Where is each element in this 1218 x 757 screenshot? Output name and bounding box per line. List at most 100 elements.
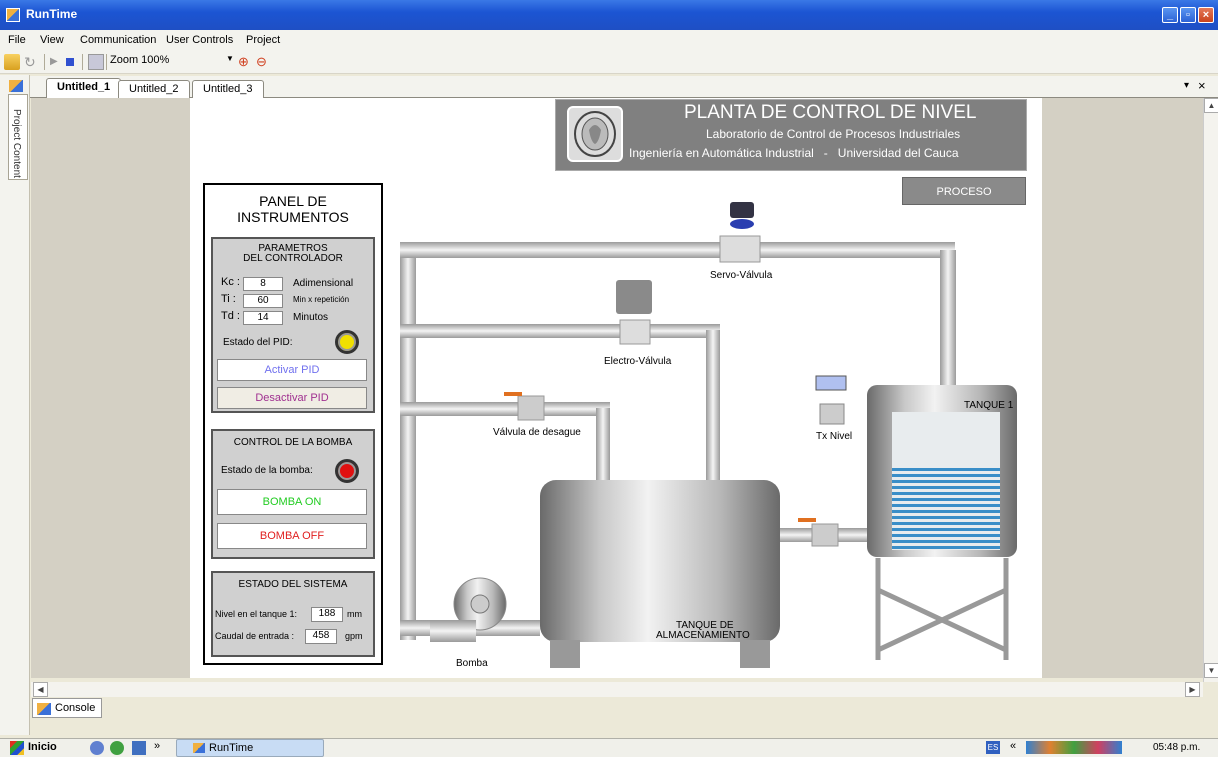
close-button[interactable]: × — [1198, 7, 1214, 23]
tank-level-unit: mm — [347, 609, 362, 619]
activate-pid-button[interactable]: Activar PID — [217, 359, 367, 381]
water-stripe — [892, 516, 1000, 519]
stop-icon[interactable] — [66, 58, 74, 66]
toolbar: ↻ ▶ Zoom 100% ▼ ⊕ ⊖ — [0, 50, 1218, 74]
scroll-right-icon[interactable]: ▶ — [1185, 682, 1200, 697]
app-icon — [6, 8, 20, 22]
banner-title: PLANTA DE CONTROL DE NIVEL — [684, 102, 977, 123]
desktop-icon[interactable] — [132, 741, 146, 755]
inflow-unit: gpm — [345, 631, 363, 641]
storage-tank-body — [540, 480, 780, 642]
tab-untitled-2[interactable]: Untitled_2 — [118, 80, 190, 98]
storage-tank-leg — [550, 640, 580, 668]
more-icon[interactable]: » — [154, 740, 160, 752]
zoom-in-icon[interactable]: ⊕ — [238, 54, 254, 70]
td-input[interactable]: 14 — [243, 311, 283, 325]
ti-input[interactable]: 60 — [243, 294, 283, 308]
storage-valve-handle — [798, 518, 816, 522]
taskbar-runtime-button[interactable]: RunTime — [176, 739, 324, 757]
controller-group: PARAMETROS DEL CONTROLADOR Kc : 8 Adimen… — [211, 237, 375, 413]
vertical-scrollbar[interactable]: ▲ ▼ — [1203, 98, 1218, 682]
menu-user-controls[interactable]: User Controls — [166, 34, 233, 46]
menu-communication[interactable]: Communication — [80, 34, 156, 46]
pipe — [400, 250, 416, 640]
storage-tank-leg — [740, 640, 770, 668]
tank1-support — [875, 558, 1009, 660]
zoom-select[interactable]: Zoom 100% — [110, 54, 169, 66]
console-label: Console — [55, 702, 96, 714]
pump-control-title: CONTROL DE LA BOMBA — [233, 437, 353, 448]
banner-line1: Laboratorio de Control de Procesos Indus… — [706, 127, 961, 141]
level-transmitter-head — [815, 375, 847, 391]
kc-input[interactable]: 8 — [243, 277, 283, 291]
pipe — [400, 324, 720, 338]
deactivate-pid-button[interactable]: Desactivar PID — [217, 387, 367, 409]
water-stripe — [892, 546, 1000, 549]
pump-status-led — [335, 459, 359, 483]
storage-valve-body — [811, 523, 839, 547]
clock: 05:48 p.m. — [1153, 742, 1201, 753]
start-button[interactable]: Inicio — [28, 741, 57, 753]
scroll-left-icon[interactable]: ◀ — [33, 682, 48, 697]
level-transmitter-label: Tx Nivel — [816, 431, 853, 442]
windows-logo-icon — [10, 741, 24, 755]
pipe — [940, 250, 956, 390]
tab-untitled-1[interactable]: Untitled_1 — [46, 78, 122, 99]
pump-impeller — [470, 594, 490, 614]
kc-unit: Adimensional — [293, 278, 354, 289]
ti-unit: Min x repetición — [293, 295, 350, 304]
scroll-down-icon[interactable]: ▼ — [1204, 663, 1218, 678]
drain-valve-label: Válvula de desague — [493, 427, 581, 438]
language-indicator[interactable]: ES — [986, 741, 1000, 754]
drain-valve-body — [517, 395, 545, 421]
horizontal-scrollbar[interactable]: ◀ ▶ — [31, 682, 1203, 697]
water-stripe — [892, 504, 1000, 507]
zoom-out-icon[interactable]: ⊖ — [256, 54, 272, 70]
water-stripe — [892, 480, 1000, 483]
level-transmitter-body — [819, 403, 845, 425]
menu-view[interactable]: View — [40, 34, 64, 46]
servo-valve-actuator — [730, 202, 754, 218]
ti-label: Ti : — [221, 293, 236, 305]
inflow-label: Caudal de entrada : — [215, 631, 295, 641]
scroll-up-icon[interactable]: ▲ — [1204, 98, 1218, 113]
screen-icon[interactable] — [88, 54, 104, 70]
console-tab[interactable]: Console — [32, 698, 103, 718]
panel-title-line1: PANEL DE — [259, 193, 327, 209]
play-icon[interactable]: ▶ — [50, 54, 66, 70]
menu-project[interactable]: Project — [246, 34, 280, 46]
project-icon — [9, 80, 23, 92]
pipe — [596, 408, 610, 480]
console-icon — [37, 703, 51, 715]
servo-valve-ring — [730, 219, 754, 229]
maximize-button[interactable]: ▫ — [1180, 7, 1196, 23]
system-status-group: ESTADO DEL SISTEMA Nivel en el tanque 1:… — [211, 571, 375, 657]
refresh-icon[interactable]: ↻ — [24, 54, 40, 70]
water-stripe — [892, 474, 1000, 477]
minimize-button[interactable]: _ — [1162, 7, 1178, 23]
close-tab-icon[interactable]: × — [1198, 78, 1206, 93]
pump-label: Bomba — [456, 658, 488, 669]
panel-title-line2: INSTRUMENTOS — [237, 209, 349, 225]
servo-valve-label: Servo-Válvula — [710, 270, 773, 281]
menu-file[interactable]: File — [8, 34, 26, 46]
pump-off-button[interactable]: BOMBA OFF — [217, 523, 367, 549]
water-stripe — [892, 540, 1000, 543]
console-strip — [30, 697, 1218, 722]
tray-expand-icon[interactable]: « — [1010, 740, 1016, 752]
water-stripe — [892, 498, 1000, 501]
open-folder-icon[interactable] — [4, 54, 20, 70]
browser-icon[interactable] — [90, 741, 104, 755]
tab-list-icon[interactable]: ▾ — [1184, 80, 1189, 91]
tab-untitled-3[interactable]: Untitled_3 — [192, 80, 264, 98]
controller-title-2: DEL CONTROLADOR — [243, 253, 343, 264]
refresh-app-icon[interactable] — [110, 741, 124, 755]
water-stripe — [892, 522, 1000, 525]
zoom-dropdown-icon[interactable]: ▼ — [226, 54, 234, 63]
electro-valve-label: Electro-Válvula — [604, 356, 672, 367]
tray-icons[interactable] — [1026, 741, 1122, 754]
electro-valve-actuator — [616, 280, 652, 314]
drain-valve-handle — [504, 392, 522, 396]
pump-on-button[interactable]: BOMBA ON — [217, 489, 367, 515]
project-content-tab[interactable]: Project Content — [8, 94, 28, 180]
